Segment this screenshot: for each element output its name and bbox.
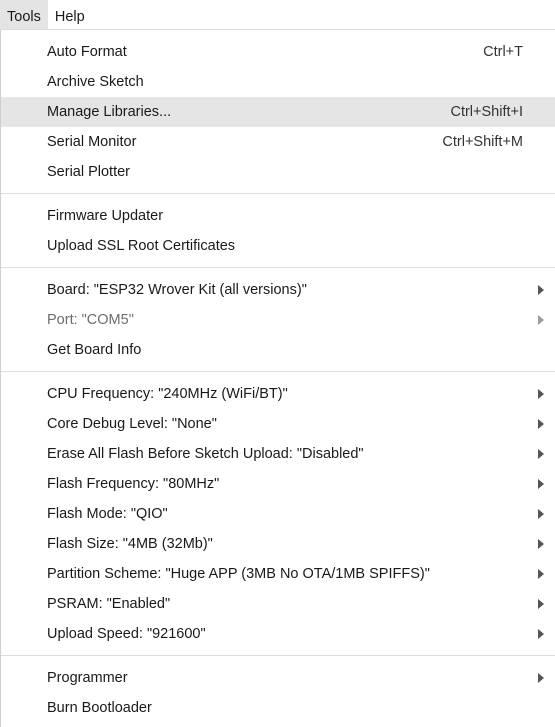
menu-item-label: Core Debug Level: "None" (47, 416, 217, 432)
menu-item-label: Firmware Updater (47, 208, 164, 224)
menu-item-label: Archive Sketch (47, 74, 144, 90)
menu-separator (1, 655, 555, 656)
menu-item-port-com5: Port: "COM5" (1, 305, 555, 335)
menu-item-label: Manage Libraries... (47, 104, 172, 120)
menu-item-psram-enabled[interactable]: PSRAM: "Enabled" (1, 589, 555, 619)
menu-top-padding (1, 30, 555, 37)
chevron-right-icon (538, 479, 544, 489)
menu-item-core-debug-level-none[interactable]: Core Debug Level: "None" (1, 409, 555, 439)
menu-separator (1, 267, 555, 268)
menu-item-label: Port: "COM5" (47, 312, 134, 328)
chevron-right-icon (538, 449, 544, 459)
menu-item-label: CPU Frequency: "240MHz (WiFi/BT)" (47, 386, 288, 402)
chevron-right-icon (538, 673, 544, 683)
menu-item-label: Programmer (47, 670, 128, 686)
menu-item-label: Serial Plotter (47, 164, 131, 180)
menu-item-label: Flash Frequency: "80MHz" (47, 476, 220, 492)
menu-item-shortcut: Ctrl+Shift+M (442, 134, 523, 150)
menu-item-serial-plotter[interactable]: Serial Plotter (1, 157, 555, 187)
chevron-right-icon (538, 509, 544, 519)
menu-item-auto-format[interactable]: Auto Format Ctrl+T (1, 37, 555, 67)
menu-item-label: Serial Monitor (47, 134, 137, 150)
chevron-right-icon (538, 419, 544, 429)
chevron-right-icon (538, 599, 544, 609)
chevron-right-icon (538, 569, 544, 579)
menu-item-label: Upload SSL Root Certificates (47, 238, 236, 254)
menu-separator (1, 193, 555, 194)
menu-item-cpu-frequency-240mhz-wifi[interactable]: CPU Frequency: "240MHz (WiFi/BT)" (1, 379, 555, 409)
menu-item-upload-ssl-root-certificates[interactable]: Upload SSL Root Certificates (1, 231, 555, 261)
menu-bar: Tools Help (0, 0, 555, 30)
menu-item-label: Board: "ESP32 Wrover Kit (all versions)" (47, 282, 307, 298)
menu-item-get-board-info[interactable]: Get Board Info (1, 335, 555, 365)
menu-item-manage-libraries[interactable]: Manage Libraries... Ctrl+Shift+I (1, 97, 555, 127)
tools-dropdown-menu: Auto Format Ctrl+T Archive Sketch Manage Li… (0, 30, 555, 727)
menubar-tools[interactable]: Tools (0, 0, 48, 29)
chevron-right-icon (538, 629, 544, 639)
menubar-help[interactable]: Help (48, 0, 92, 29)
menu-item-label: Flash Mode: "QIO" (47, 506, 168, 522)
menu-item-firmware-updater[interactable]: Firmware Updater (1, 201, 555, 231)
menu-item-upload-speed-921600[interactable]: Upload Speed: "921600" (1, 619, 555, 649)
menu-item-serial-monitor[interactable]: Serial Monitor Ctrl+Shift+M (1, 127, 555, 157)
menu-item-label: PSRAM: "Enabled" (47, 596, 171, 612)
menu-item-label: Upload Speed: "921600" (47, 626, 206, 642)
menu-item-burn-bootloader[interactable]: Burn Bootloader (1, 693, 555, 723)
menu-item-label: Burn Bootloader (47, 700, 152, 716)
menu-item-label: Partition Scheme: "Huge APP (3MB No OTA/… (47, 566, 430, 582)
menu-item-shortcut: Ctrl+Shift+I (450, 104, 523, 120)
menu-item-label: Auto Format (47, 44, 127, 60)
menu-item-archive-sketch[interactable]: Archive Sketch (1, 67, 555, 97)
menu-item-label: Get Board Info (47, 342, 142, 358)
menu-item-partition-scheme-huge-app[interactable]: Partition Scheme: "Huge APP (3MB No OTA/… (1, 559, 555, 589)
menu-item-shortcut: Ctrl+T (483, 44, 523, 60)
menu-item-board-esp32-wrover-kit[interactable]: Board: "ESP32 Wrover Kit (all versions)" (1, 275, 555, 305)
menu-item-flash-mode-qio[interactable]: Flash Mode: "QIO" (1, 499, 555, 529)
chevron-right-icon (538, 389, 544, 399)
menu-item-programmer[interactable]: Programmer (1, 663, 555, 693)
chevron-right-icon (538, 539, 544, 549)
menu-item-flash-size-4mb-32mb[interactable]: Flash Size: "4MB (32Mb)" (1, 529, 555, 559)
menu-separator (1, 371, 555, 372)
menu-item-label: Erase All Flash Before Sketch Upload: "D… (47, 446, 364, 462)
chevron-right-icon (538, 315, 544, 325)
menu-item-erase-all-flash-before[interactable]: Erase All Flash Before Sketch Upload: "D… (1, 439, 555, 469)
menu-item-label: Flash Size: "4MB (32Mb)" (47, 536, 213, 552)
chevron-right-icon (538, 285, 544, 295)
menu-item-flash-frequency-80mhz[interactable]: Flash Frequency: "80MHz" (1, 469, 555, 499)
